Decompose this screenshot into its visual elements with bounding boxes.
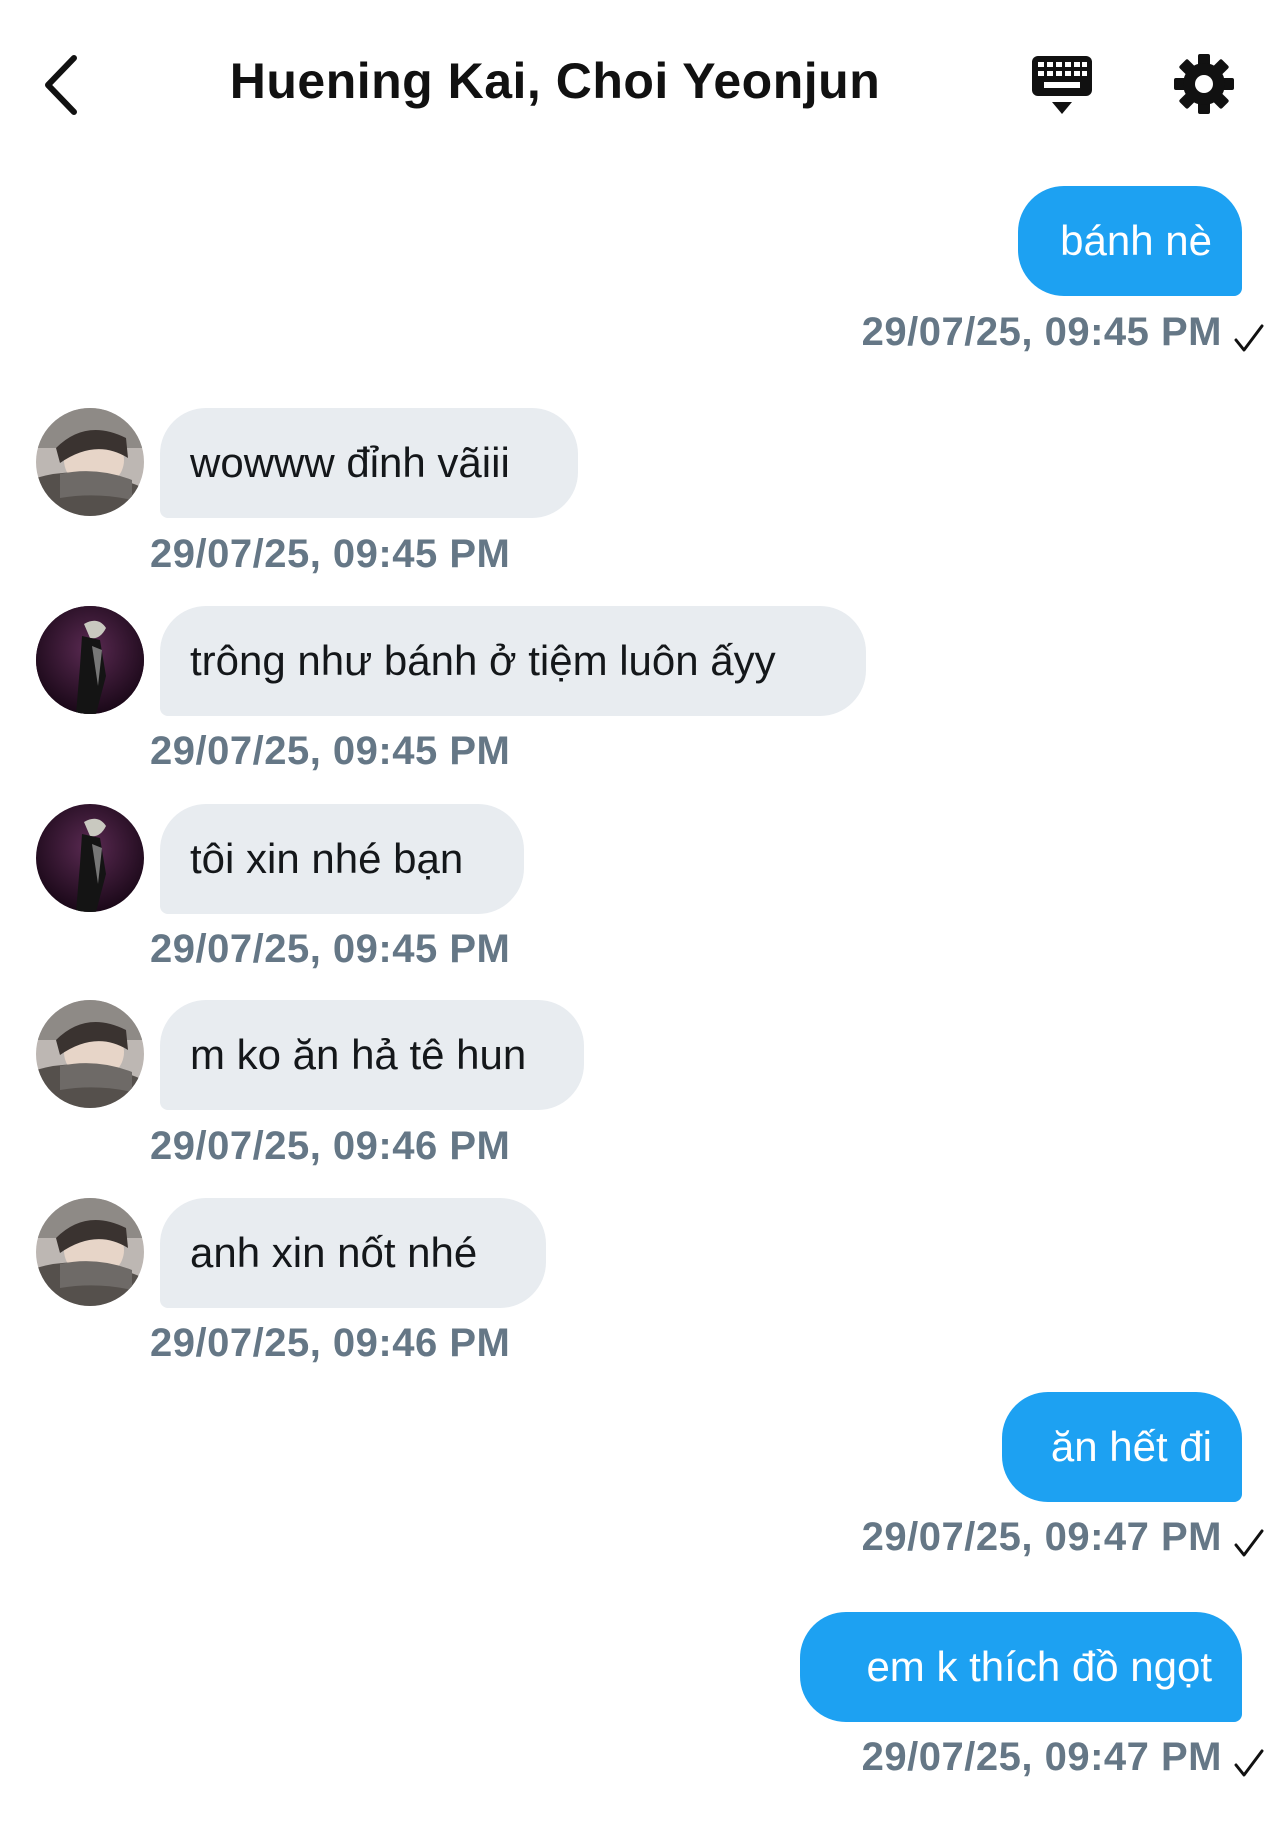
message-bubble-received[interactable]: m ko ăn hả tê hun [160,1000,584,1110]
checkmark-icon [1234,1529,1264,1557]
message-bubble-sent[interactable]: bánh nè [1018,186,1242,296]
message-bubble-received[interactable]: trông như bánh ở tiệm luôn ấyy [160,606,866,716]
message-timestamp: 29/07/25, 09:45 PM [150,729,511,773]
avatar-huening-kai[interactable] [36,408,144,516]
avatar-huening-kai[interactable] [36,1000,144,1108]
message-timestamp: 29/07/25, 09:46 PM [150,1124,511,1168]
avatar-huening-kai[interactable] [36,1198,144,1306]
message-bubble-sent[interactable]: ăn hết đi [1002,1392,1242,1502]
keyboard-button[interactable] [1030,52,1094,118]
message-timestamp: 29/07/25, 09:46 PM [150,1321,511,1365]
message-bubble-received[interactable]: tôi xin nhé bạn [160,804,524,914]
page-title: Huening Kai, Choi Yeonjun [229,53,881,109]
message-bubble-received[interactable]: wowww đỉnh vãiii [160,408,578,518]
message-bubble-sent[interactable]: em k thích đồ ngọt [800,1612,1242,1722]
message-bubble-received[interactable]: anh xin nốt nhé [160,1198,546,1308]
gear-icon [1174,54,1234,114]
checkmark-icon [1234,1749,1264,1777]
avatar-choi-yeonjun[interactable] [36,606,144,714]
back-button[interactable] [38,50,90,120]
message-timestamp: 29/07/25, 09:45 PM [150,532,511,576]
message-timestamp: 29/07/25, 09:45 PM [861,310,1222,354]
keyboard-icon [1032,56,1092,114]
chat-header: Huening Kai, Choi Yeonjun [0,0,1284,170]
settings-button[interactable] [1172,52,1236,116]
message-timestamp: 29/07/25, 09:45 PM [150,927,511,971]
message-timestamp: 29/07/25, 09:47 PM [861,1515,1222,1559]
chevron-left-icon [45,55,77,115]
avatar-choi-yeonjun[interactable] [36,804,144,912]
message-timestamp: 29/07/25, 09:47 PM [861,1735,1222,1779]
checkmark-icon [1234,324,1264,352]
